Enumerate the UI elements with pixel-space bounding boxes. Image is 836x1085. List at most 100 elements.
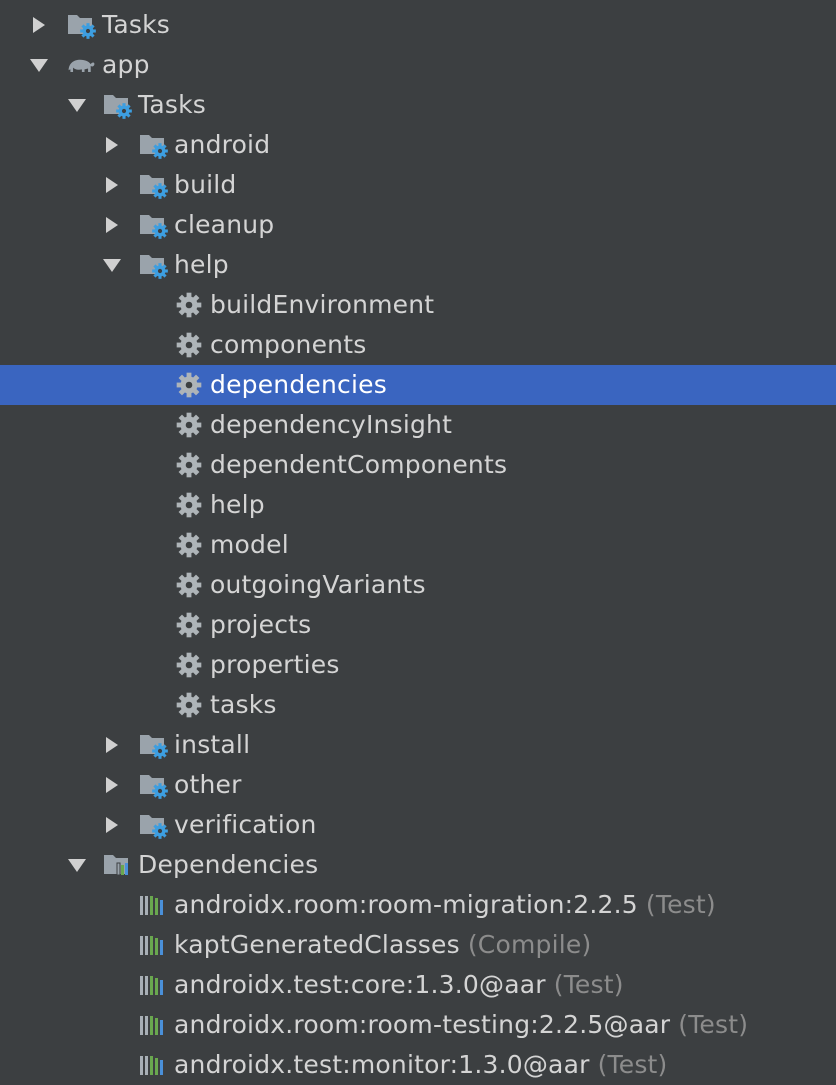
tree-row-text: androidx.room:room-testing:2.2.5@aar xyxy=(174,1010,671,1039)
tree-row[interactable]: kaptGeneratedClasses (Compile) xyxy=(0,925,836,965)
tree-row-label: Tasks xyxy=(138,90,206,119)
tree-row-text: Dependencies xyxy=(138,850,319,879)
tree-row-label: dependentComponents xyxy=(210,450,507,479)
library-icon xyxy=(138,971,168,999)
tree-row[interactable]: dependencyInsight xyxy=(0,405,836,445)
dependency-scope: (Test) xyxy=(645,890,716,919)
tree-row[interactable]: properties xyxy=(0,645,836,685)
tree-row[interactable]: projects xyxy=(0,605,836,645)
gear-icon xyxy=(174,371,204,399)
gear-icon xyxy=(174,651,204,679)
expand-arrow-right-icon[interactable] xyxy=(102,215,122,235)
tree-row[interactable]: app xyxy=(0,45,836,85)
library-icon xyxy=(138,1011,168,1039)
gear-icon xyxy=(174,571,204,599)
tree-row[interactable]: build xyxy=(0,165,836,205)
tree-row[interactable]: dependencies xyxy=(0,365,836,405)
folder-gear-icon xyxy=(138,811,168,839)
tree-row[interactable]: model xyxy=(0,525,836,565)
expand-arrow-right-icon[interactable] xyxy=(102,815,122,835)
gradle-elephant-icon xyxy=(66,51,96,79)
tree-row-label: kaptGeneratedClasses (Compile) xyxy=(174,930,591,959)
gear-icon xyxy=(174,491,204,519)
dependency-scope: (Test) xyxy=(678,1010,749,1039)
tree-row[interactable]: outgoingVariants xyxy=(0,565,836,605)
gear-icon xyxy=(174,531,204,559)
expand-arrow-right-icon[interactable] xyxy=(102,735,122,755)
tree-row-text: dependencies xyxy=(210,370,387,399)
expand-arrow-down-icon[interactable] xyxy=(102,255,122,275)
tree-row[interactable]: install xyxy=(0,725,836,765)
tree-row[interactable]: androidx.room:room-migration:2.2.5 (Test) xyxy=(0,885,836,925)
expand-arrow-right-icon[interactable] xyxy=(29,15,49,35)
dependency-scope: (Test) xyxy=(553,970,624,999)
tree-row-text: dependentComponents xyxy=(210,450,508,479)
tree-row[interactable]: androidx.room:room-testing:2.2.5@aar (Tes… xyxy=(0,1005,836,1045)
tree-row-text: projects xyxy=(210,610,312,639)
folder-gear-icon xyxy=(138,771,168,799)
expand-arrow-down-icon[interactable] xyxy=(29,55,49,75)
tree-row-label: model xyxy=(210,530,289,559)
tree-row-text: Tasks xyxy=(138,90,206,119)
tree-row-label: android xyxy=(174,130,270,159)
tree-row[interactable]: verification xyxy=(0,805,836,845)
tree-row[interactable]: components xyxy=(0,325,836,365)
folder-gear-icon xyxy=(66,11,96,39)
expand-arrow-right-icon[interactable] xyxy=(102,175,122,195)
tree-row-text: help xyxy=(174,250,229,279)
tree-row[interactable]: Dependencies xyxy=(0,845,836,885)
folder-library-icon xyxy=(102,851,132,879)
tree-row-text: dependencyInsight xyxy=(210,410,453,439)
gear-icon xyxy=(174,451,204,479)
tree-row[interactable]: other xyxy=(0,765,836,805)
tree-row-text: androidx.room:room-migration:2.2.5 xyxy=(174,890,638,919)
tree-row-text: help xyxy=(210,490,265,519)
gear-icon xyxy=(174,291,204,319)
tree-row[interactable]: Tasks xyxy=(0,85,836,125)
tree-row-label: androidx.test:monitor:1.3.0@aar (Test) xyxy=(174,1050,668,1079)
tree-row[interactable]: androidx.test:monitor:1.3.0@aar (Test) xyxy=(0,1045,836,1085)
tree-row-label: verification xyxy=(174,810,317,839)
library-icon xyxy=(138,931,168,959)
tree-row[interactable]: androidx.test:core:1.3.0@aar (Test) xyxy=(0,965,836,1005)
gear-icon xyxy=(174,611,204,639)
tree-row-text: buildEnvironment xyxy=(210,290,435,319)
tree-row-text: androidx.test:monitor:1.3.0@aar xyxy=(174,1050,590,1079)
tree-row[interactable]: cleanup xyxy=(0,205,836,245)
library-icon xyxy=(138,1051,168,1079)
expand-arrow-down-icon[interactable] xyxy=(67,855,87,875)
tree-row[interactable]: android xyxy=(0,125,836,165)
tree-row-text: install xyxy=(174,730,251,759)
tree-row-label: buildEnvironment xyxy=(210,290,434,319)
folder-gear-icon xyxy=(138,731,168,759)
tree-row-label: install xyxy=(174,730,250,759)
tree-row-label: androidx.room:room-migration:2.2.5 (Test) xyxy=(174,890,716,919)
tree-row-label: Tasks xyxy=(102,10,170,39)
tree-row[interactable]: Tasks xyxy=(0,5,836,45)
gear-icon xyxy=(174,411,204,439)
tree-row-label: components xyxy=(210,330,366,359)
tree-row-label: projects xyxy=(210,610,311,639)
tree-row-label: tasks xyxy=(210,690,277,719)
tree-row[interactable]: buildEnvironment xyxy=(0,285,836,325)
folder-gear-icon xyxy=(138,171,168,199)
tree-row-text: Tasks xyxy=(102,10,170,39)
folder-gear-icon xyxy=(138,131,168,159)
tree-row[interactable]: dependentComponents xyxy=(0,445,836,485)
expand-arrow-right-icon[interactable] xyxy=(102,775,122,795)
dependency-scope: (Test) xyxy=(597,1050,668,1079)
tree-row-text: cleanup xyxy=(174,210,275,239)
tree-row-text: outgoingVariants xyxy=(210,570,426,599)
tree-row-text: app xyxy=(102,50,150,79)
expand-arrow-right-icon[interactable] xyxy=(102,135,122,155)
tree-row-label: properties xyxy=(210,650,340,679)
gear-icon xyxy=(174,331,204,359)
tree-row-text: android xyxy=(174,130,271,159)
folder-gear-icon xyxy=(138,211,168,239)
tree-row[interactable]: help xyxy=(0,245,836,285)
expand-arrow-down-icon[interactable] xyxy=(67,95,87,115)
tree-row[interactable]: tasks xyxy=(0,685,836,725)
tree-row-label: dependencies xyxy=(210,370,387,399)
tree-row-label: other xyxy=(174,770,242,799)
tree-row[interactable]: help xyxy=(0,485,836,525)
